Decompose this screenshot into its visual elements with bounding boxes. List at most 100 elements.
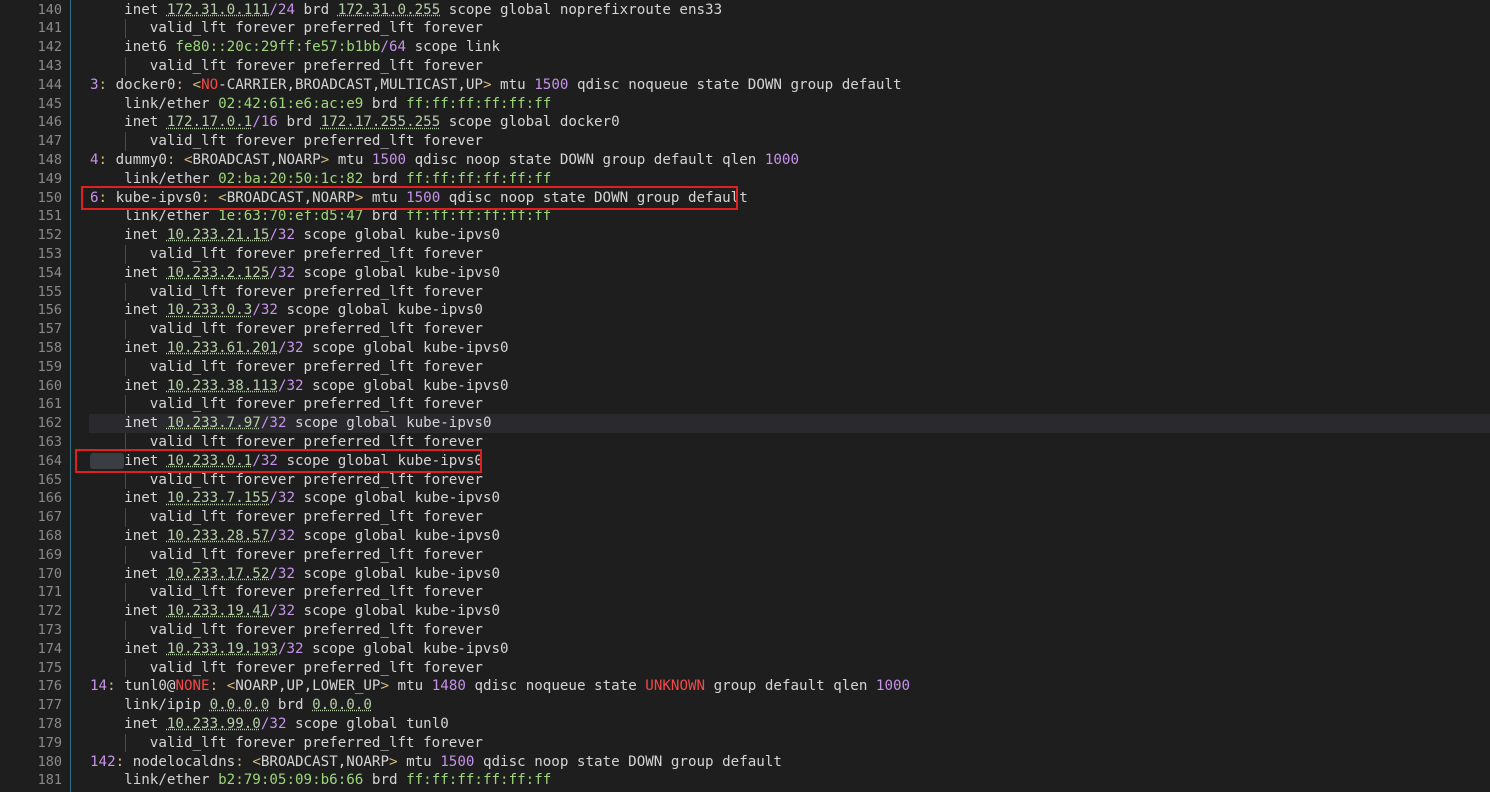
code-text: valid_lft forever preferred_lft forever: [90, 734, 483, 753]
code-token: /32: [269, 490, 296, 507]
code-line[interactable]: valid_lft forever preferred_lft forever: [71, 132, 1490, 151]
code-area[interactable]: inet 172.31.0.111/24 brd 172.31.0.255 sc…: [71, 0, 1490, 792]
code-line[interactable]: link/ether 02:ba:20:50:1c:82 brd ff:ff:f…: [71, 170, 1490, 189]
code-line[interactable]: valid_lft forever preferred_lft forever: [71, 733, 1490, 753]
line-number: 140: [37, 1, 62, 18]
code-text: valid_lft forever preferred_lft forever: [90, 57, 483, 76]
code-line[interactable]: inet 10.233.28.57/32 scope global kube-i…: [71, 527, 1490, 546]
line-number: 151: [37, 208, 62, 225]
code-line[interactable]: link/ether 1e:63:70:ef:d5:47 brd ff:ff:f…: [71, 207, 1490, 226]
code-line[interactable]: valid_lft forever preferred_lft forever: [71, 244, 1490, 264]
code-token: scope global kube-ipvs0: [295, 565, 501, 582]
code-text: valid_lft forever preferred_lft forever: [90, 659, 483, 678]
code-line[interactable]: 4: dummy0: <BROADCAST,NOARP> mtu 1500 qd…: [71, 151, 1490, 170]
code-text: inet 172.31.0.111/24 brd 172.31.0.255 sc…: [90, 1, 722, 20]
code-line[interactable]: valid_lft forever preferred_lft forever: [71, 470, 1490, 490]
code-token: mtu: [491, 76, 535, 93]
code-line[interactable]: valid_lft forever preferred_lft forever: [71, 583, 1490, 603]
ip-address: 10.233.17.52: [166, 565, 270, 582]
code-line[interactable]: link/ether 02:42:61:e6:ac:e9 brd ff:ff:f…: [71, 95, 1490, 114]
code-line[interactable]: valid_lft forever preferred_lft forever: [71, 432, 1490, 452]
code-line[interactable]: inet 10.233.2.125/32 scope global kube-i…: [71, 264, 1490, 283]
line-number: 176: [37, 678, 62, 695]
code-token: scope global tunl0: [286, 715, 449, 732]
code-token: NOARP,UP,LOWER_UP: [235, 678, 381, 695]
code-token: /32: [277, 377, 304, 394]
code-token: inet: [124, 715, 167, 732]
code-line[interactable]: 6: kube-ipvs0: <BROADCAST,NOARP> mtu 150…: [71, 189, 1490, 208]
code-line[interactable]: inet 10.233.7.97/32 scope global kube-ip…: [89, 414, 1490, 433]
line-number: 152: [37, 227, 62, 244]
code-line[interactable]: valid_lft forever preferred_lft forever: [71, 19, 1490, 39]
line-number: 163: [37, 433, 62, 450]
line-number: 153: [37, 245, 62, 262]
line-number: 146: [37, 114, 62, 131]
line-number: 174: [37, 640, 62, 657]
code-token: dummy0: [107, 151, 167, 168]
code-line[interactable]: inet 172.31.0.111/24 brd 172.31.0.255 sc…: [71, 1, 1490, 20]
line-number: 159: [37, 358, 62, 375]
code-line[interactable]: inet 10.233.21.15/32 scope global kube-i…: [71, 226, 1490, 245]
code-line[interactable]: inet 10.233.0.3/32 scope global kube-ipv…: [71, 301, 1490, 320]
code-line[interactable]: valid_lft forever preferred_lft forever: [71, 620, 1490, 640]
code-line[interactable]: valid_lft forever preferred_lft forever: [71, 545, 1490, 565]
code-token: scope global kube-ipvs0: [295, 603, 501, 620]
code-token: inet: [124, 452, 167, 469]
ip-address: 10.233.28.57: [166, 527, 270, 544]
code-line[interactable]: 3: docker0: <NO-CARRIER,BROADCAST,MULTIC…: [71, 76, 1490, 95]
code-line[interactable]: inet 10.233.7.155/32 scope global kube-i…: [71, 489, 1490, 508]
code-text: valid_lft forever preferred_lft forever: [90, 320, 483, 339]
code-token: link/ether: [124, 208, 219, 225]
code-editor[interactable]: 140 141 142 143 144 145 146 147 148 149 150 151 152 1…: [0, 0, 1490, 792]
code-token: 6: [90, 189, 99, 206]
code-line[interactable]: valid_lft forever preferred_lft forever: [71, 357, 1490, 377]
code-token: scope global kube-ipvs0: [295, 527, 501, 544]
code-line[interactable]: valid_lft forever preferred_lft forever: [71, 658, 1490, 678]
code-line[interactable]: inet 10.233.19.193/32 scope global kube-…: [71, 640, 1490, 659]
code-line[interactable]: valid_lft forever preferred_lft forever: [71, 395, 1490, 415]
code-token: qdisc noop state DOWN group default qlen: [406, 151, 765, 168]
code-token: /32: [269, 527, 296, 544]
line-number: 144: [37, 76, 62, 93]
code-line[interactable]: inet 10.233.17.52/32 scope global kube-i…: [71, 565, 1490, 584]
code-text: valid_lft forever preferred_lft forever: [90, 358, 483, 377]
line-number: 180: [37, 753, 62, 770]
code-line[interactable]: valid_lft forever preferred_lft forever: [71, 282, 1490, 302]
code-line[interactable]: inet6 fe80::20c:29ff:fe57:b1bb/64 scope …: [71, 38, 1490, 57]
line-number: 155: [37, 283, 62, 300]
code-token: scope global kube-ipvs0: [286, 415, 492, 432]
code-token: inet: [124, 339, 167, 356]
code-text: inet6 fe80::20c:29ff:fe57:b1bb/64 scope …: [90, 38, 500, 57]
code-line[interactable]: link/ipip 0.0.0.0 brd 0.0.0.0: [71, 696, 1490, 715]
code-text: inet 10.233.19.41/32 scope global kube-i…: [90, 602, 500, 621]
code-text: inet 10.233.28.57/32 scope global kube-i…: [90, 527, 500, 546]
code-text: link/ether 02:ba:20:50:1c:82 brd ff:ff:f…: [90, 170, 551, 189]
code-line[interactable]: inet 10.233.38.113/32 scope global kube-…: [71, 377, 1490, 396]
code-token: scope global kube-ipvs0: [303, 640, 509, 657]
code-token: scope global kube-ipvs0: [303, 339, 509, 356]
ip-address: 10.233.7.97: [166, 415, 261, 432]
code-token: 1000: [764, 151, 800, 168]
code-line[interactable]: 14: tunl0@NONE: <NOARP,UP,LOWER_UP> mtu …: [71, 677, 1490, 696]
code-line[interactable]: inet 172.17.0.1/16 brd 172.17.255.255 sc…: [71, 113, 1490, 132]
ip-address: 172.17.255.255: [320, 114, 441, 131]
code-token: inet: [124, 603, 167, 620]
code-token: <: [226, 678, 236, 695]
code-token: link/ether: [124, 95, 219, 112]
code-line[interactable]: valid_lft forever preferred_lft forever: [71, 508, 1490, 527]
line-number: 160: [37, 377, 62, 394]
code-text: valid_lft forever preferred_lft forever: [90, 245, 483, 264]
code-line[interactable]: inet 10.233.99.0/32 scope global tunl0: [71, 715, 1490, 734]
ip-address: 172.31.0.255: [337, 1, 441, 18]
code-line[interactable]: link/ether b2:79:05:09:b6:66 brd ff:ff:f…: [71, 771, 1490, 790]
code-line[interactable]: valid_lft forever preferred_lft forever: [71, 56, 1490, 76]
code-token: mtu: [397, 753, 441, 770]
code-line[interactable]: inet 10.233.19.41/32 scope global kube-i…: [71, 602, 1490, 621]
code-line[interactable]: 142: nodelocaldns: <BROADCAST,NOARP> mtu…: [71, 753, 1490, 772]
code-text: inet 10.233.7.97/32 scope global kube-ip…: [90, 414, 491, 433]
code-line[interactable]: inet 10.233.61.201/32 scope global kube-…: [71, 339, 1490, 358]
code-text: link/ether b2:79:05:09:b6:66 brd ff:ff:f…: [90, 771, 551, 790]
code-line[interactable]: valid_lft forever preferred_lft forever: [71, 320, 1490, 339]
code-line[interactable]: inet 10.233.0.1/32 scope global kube-ipv…: [71, 452, 1490, 471]
